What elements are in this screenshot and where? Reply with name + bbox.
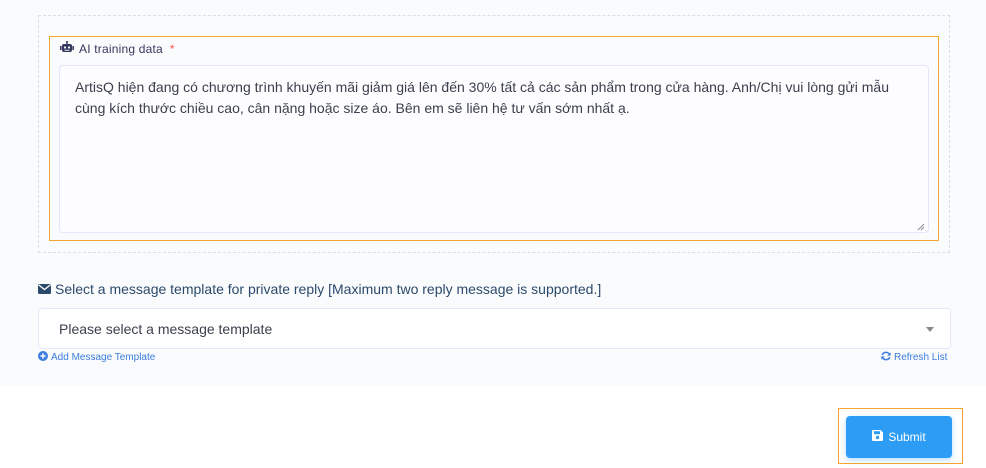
chevron-down-icon xyxy=(926,327,934,332)
refresh-list-text: Refresh List xyxy=(894,352,948,363)
submit-button[interactable]: Submit xyxy=(846,416,952,458)
save-icon xyxy=(872,430,884,444)
resize-grip-icon[interactable] xyxy=(917,223,925,231)
ai-training-label-text: AI training data xyxy=(79,41,163,56)
template-select[interactable]: Please select a message template xyxy=(38,308,951,349)
template-label: Select a message template for private re… xyxy=(38,281,601,297)
submit-label: Submit xyxy=(888,430,926,444)
form-panel: AI training data * ArtisQ hiện đang có c… xyxy=(0,0,986,385)
refresh-list-link[interactable]: Refresh List xyxy=(881,351,947,364)
template-select-value: Please select a message template xyxy=(59,321,273,337)
add-message-template-link[interactable]: Add Message Template xyxy=(38,351,155,364)
required-mark: * xyxy=(169,41,175,56)
template-label-text: Select a message template for private re… xyxy=(55,281,602,297)
envelope-icon xyxy=(38,281,51,297)
submit-highlight: Submit xyxy=(838,408,963,464)
plus-circle-icon xyxy=(38,351,48,364)
ai-training-textarea[interactable]: ArtisQ hiện đang có chương trình khuyến … xyxy=(59,65,929,233)
ai-training-label: AI training data * xyxy=(60,41,175,56)
robot-icon xyxy=(60,41,74,56)
refresh-icon xyxy=(881,351,891,364)
ai-training-field-highlight: AI training data * ArtisQ hiện đang có c… xyxy=(49,36,939,241)
add-message-template-text: Add Message Template xyxy=(51,352,156,363)
